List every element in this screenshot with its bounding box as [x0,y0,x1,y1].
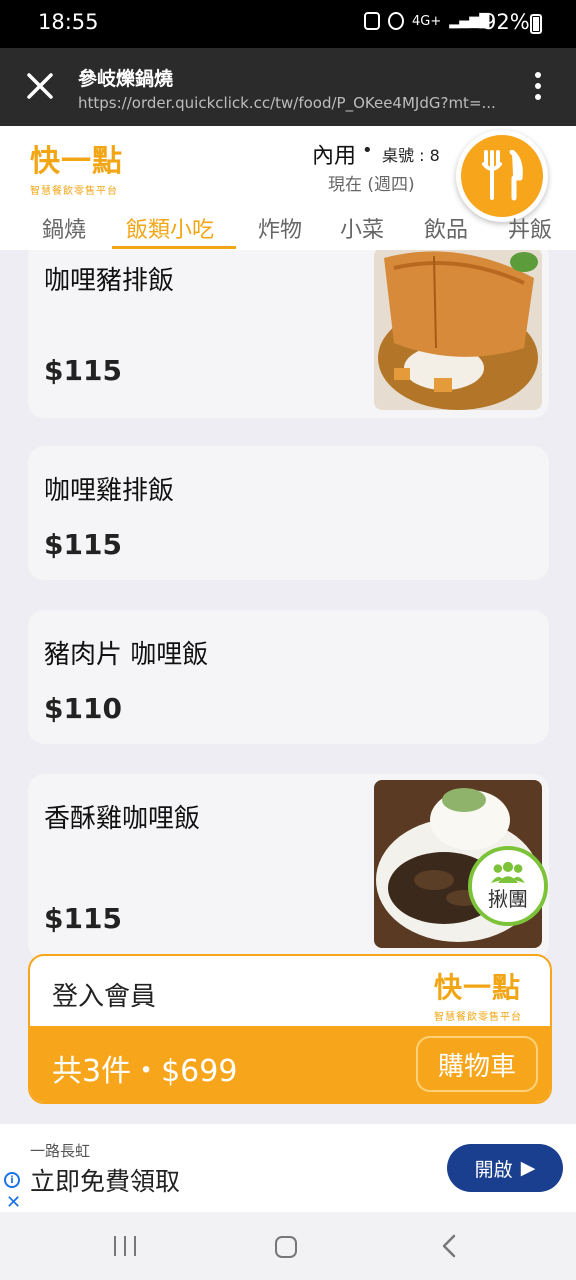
close-icon [27,73,53,99]
back-icon[interactable] [440,1234,458,1258]
group-order-label: 揪團 [488,886,528,911]
browser-page-title: 參岐爍鍋燒 [78,68,174,90]
active-tab-indicator [112,246,236,249]
food-item-name: 咖哩雞排飯 [44,476,175,506]
member-login-link[interactable]: 登入會員 [52,976,156,1013]
tab-category[interactable]: 丼飯 [508,212,552,244]
food-item-price: $115 [44,354,122,387]
food-item-price: $110 [44,692,122,725]
menu-dot-icon [535,72,541,78]
curry-pork-cutlet-image [374,250,542,410]
system-nav-bar [0,1212,576,1280]
network-label: 4G+ [412,13,442,29]
food-item-price: $115 [44,902,122,935]
table-number: 桌號 : 8 [382,146,440,165]
ad-brand: 一路長虹 [30,1142,91,1160]
food-item-name: 豬肉片 咖哩飯 [44,640,209,670]
play-arrow-icon: ▶ [520,1157,536,1179]
fork-knife-icon [482,150,523,201]
logo-subtitle: 智慧餐飲零售平台 [434,1012,522,1023]
cart-bar[interactable]: 共3件・$699 購物車 [30,1026,550,1102]
order-time: 現在 (週四) [328,175,415,195]
food-item-name: 香酥雞咖哩飯 [44,804,201,834]
tab-category[interactable]: 炸物 [258,212,302,244]
separator-dot: • [362,140,373,161]
tab-category[interactable]: 小菜 [340,212,384,244]
recent-apps-icon[interactable] [114,1236,136,1256]
food-item-price: $115 [44,528,122,561]
group-order-button[interactable]: 揪團 [468,846,548,926]
ad-title: 立即免費領取 [30,1167,181,1196]
close-button[interactable] [20,66,60,106]
tab-category-active[interactable]: 飯類小吃 [126,212,214,244]
category-tabs: 鍋燒 飯類小吃 炸物 小菜 飲品 丼飯 [0,206,576,250]
ad-open-button[interactable]: 開啟 ▶ [447,1144,563,1192]
brand-logo: 快一點 智慧餐飲零售平台 [434,966,522,1023]
brand-logo: 快一點 智慧餐飲零售平台 [30,136,123,197]
status-time: 18:55 [38,10,99,34]
menu-dot-icon [535,83,541,89]
status-icons: 4G+ ▂▄▆█ [364,12,489,30]
alarm-icon [388,12,404,30]
logo-subtitle: 智慧餐飲零售平台 [30,186,118,197]
food-item-card[interactable]: 豬肉片 咖哩飯 $110 [28,610,549,744]
cart-summary: 共3件・$699 [52,1054,238,1089]
dine-mode[interactable]: 內用 [312,138,356,170]
more-options-button[interactable] [524,68,552,104]
home-icon[interactable] [275,1236,297,1258]
food-item-card[interactable]: 咖哩豬排飯 $115 [28,250,549,418]
logo-text: 快一點 [30,144,123,179]
notification-icon [364,12,380,30]
food-item-card[interactable]: 香酥雞咖哩飯 $115 [28,774,549,960]
food-item-card[interactable]: 咖哩雞排飯 $115 [28,446,549,580]
cart-button[interactable]: 購物車 [416,1036,538,1092]
battery-icon [530,14,542,34]
status-bar: 18:55 4G+ ▂▄▆█ 92% [0,0,576,48]
tab-category[interactable]: 鍋燒 [42,212,86,244]
tab-category[interactable]: 飲品 [424,212,468,244]
ad-open-label: 開啟 [474,1158,513,1181]
app-header: 快一點 智慧餐飲零售平台 內用 • 桌號 : 8 現在 (週四) 鍋燒 飯類小吃… [0,126,576,250]
logo-text: 快一點 [434,971,522,1004]
ad-close-icon[interactable]: ✕ [6,1192,21,1213]
food-item-image [374,250,542,410]
group-people-icon [491,861,525,883]
food-item-name: 咖哩豬排飯 [44,266,175,296]
browser-toolbar: 參岐爍鍋燒 https://order.quickclick.cc/tw/foo… [0,48,576,126]
member-cart-panel: 登入會員 快一點 智慧餐飲零售平台 共3件・$699 購物車 [28,954,552,1104]
ad-banner[interactable]: i ✕ 一路長虹 立即免費領取 開啟 ▶ [0,1124,576,1213]
menu-dot-icon [535,94,541,100]
browser-url[interactable]: https://order.quickclick.cc/tw/food/P_OK… [78,94,508,112]
battery-level: 92% [483,10,530,34]
ad-info-icon[interactable]: i [4,1172,20,1188]
